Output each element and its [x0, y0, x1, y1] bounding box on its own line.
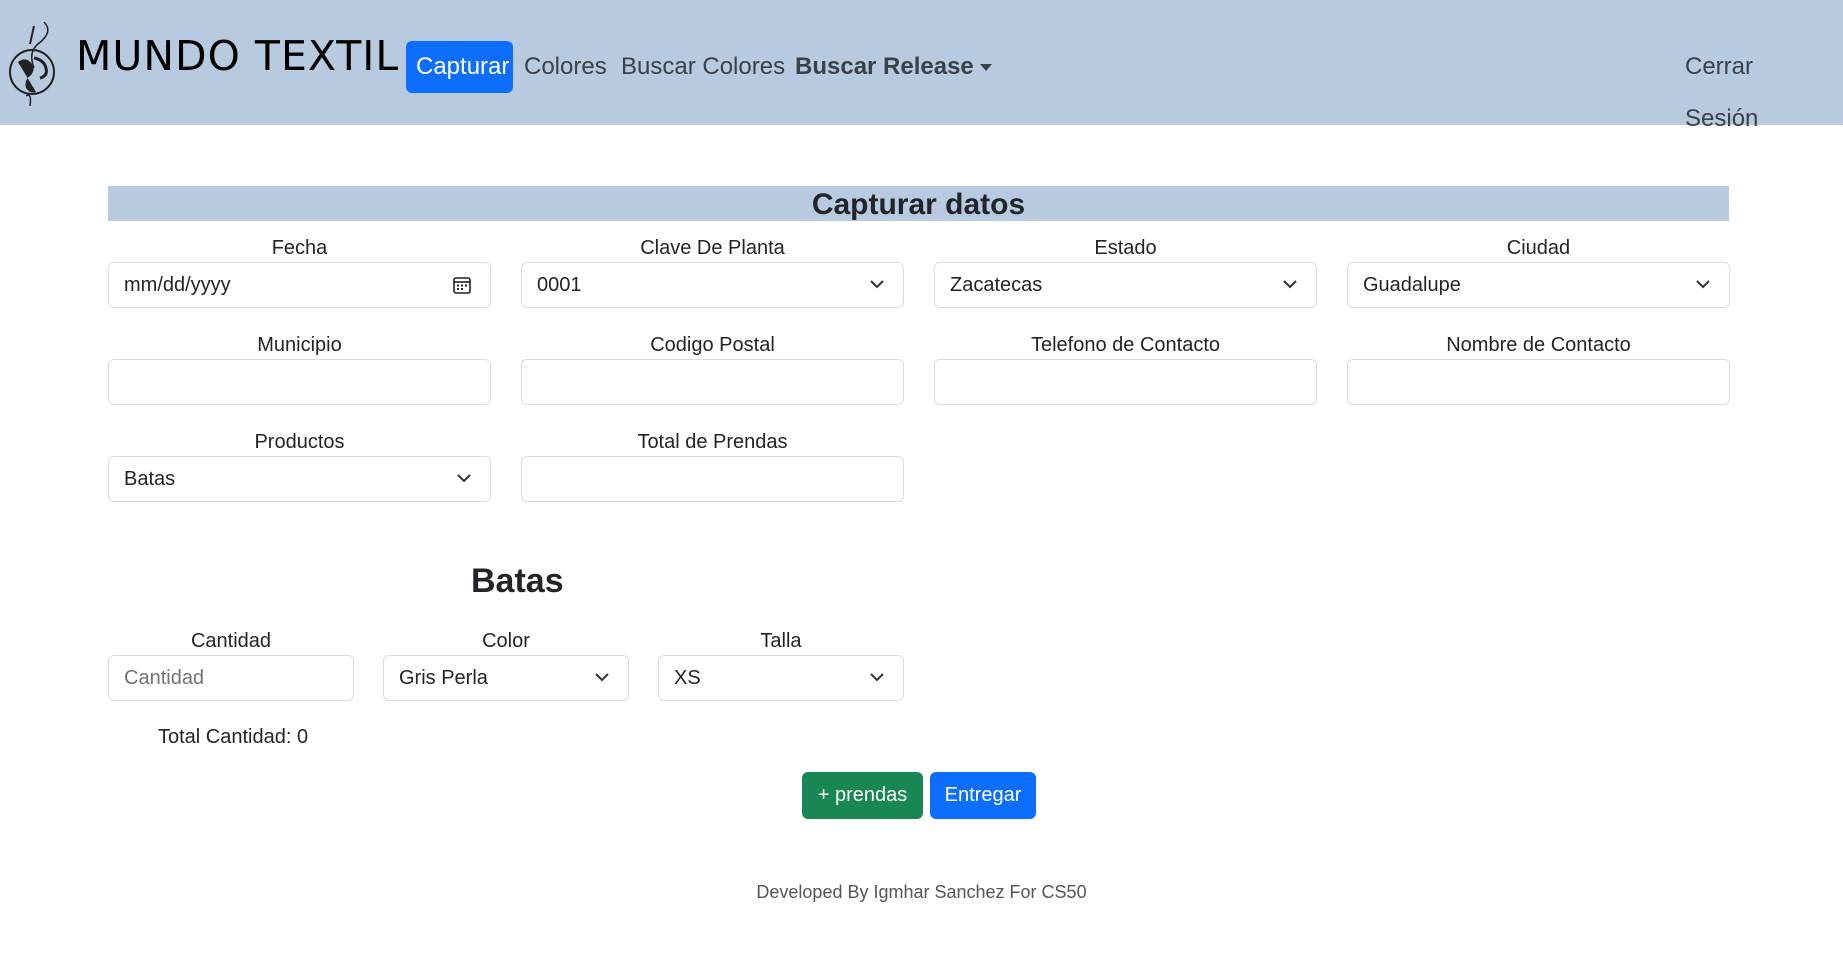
telefono-input[interactable] — [934, 359, 1317, 405]
footer-credit: Developed By Igmhar Sanchez For CS50 — [756, 882, 1087, 902]
brand-title[interactable]: MUNDO TEXTIL — [76, 32, 399, 80]
chevron-down-icon — [870, 280, 884, 289]
ciudad-select[interactable]: Guadalupe — [1347, 262, 1730, 308]
codigo-postal-input[interactable] — [521, 359, 904, 405]
telefono-label: Telefono de Contacto — [1030, 334, 1221, 356]
fecha-label: Fecha — [271, 237, 328, 259]
talla-value: XS — [674, 667, 701, 689]
nav-dropdown-buscar-release[interactable]: Buscar Release — [785, 41, 1002, 93]
entregar-button[interactable]: Entregar — [930, 772, 1036, 819]
nav-link-buscar-colores[interactable]: Buscar Colores — [611, 41, 795, 93]
total-cantidad-text: Total Cantidad: 0 — [158, 726, 309, 748]
product-section-title: Batas — [471, 562, 564, 600]
chevron-down-icon — [595, 673, 609, 682]
clave-planta-select[interactable]: 0001 — [521, 262, 904, 308]
cantidad-label: Cantidad — [190, 630, 272, 652]
productos-label: Productos — [254, 431, 345, 453]
estado-value: Zacatecas — [950, 274, 1043, 296]
calendar-icon[interactable] — [452, 275, 472, 295]
ciudad-value: Guadalupe — [1363, 274, 1461, 296]
chevron-down-icon — [1283, 280, 1297, 289]
chevron-down-icon — [1696, 280, 1710, 289]
cantidad-input[interactable]: Cantidad — [108, 655, 354, 701]
municipio-input[interactable] — [108, 359, 491, 405]
codigo-postal-label: Codigo Postal — [650, 334, 775, 356]
fecha-field: Fecha mm/dd/yyyy — [108, 234, 491, 308]
fecha-input[interactable]: mm/dd/yyyy — [108, 262, 491, 308]
navbar: MUNDO TEXTIL Capturar Colores Buscar Col… — [0, 0, 1843, 132]
estado-select[interactable]: Zacatecas — [934, 262, 1317, 308]
total-prendas-input[interactable] — [521, 456, 904, 502]
color-field: Color Gris Perla — [383, 627, 629, 701]
chevron-down-icon — [870, 673, 884, 682]
logout-link[interactable]: Cerrar Sesión — [1675, 41, 1843, 132]
estado-label: Estado — [1094, 237, 1157, 259]
cantidad-field: Cantidad Cantidad — [108, 627, 354, 701]
clave-planta-value: 0001 — [537, 274, 582, 296]
estado-field: Estado Zacatecas — [934, 234, 1317, 308]
ciudad-field: Ciudad Guadalupe — [1347, 234, 1730, 308]
productos-select[interactable]: Batas — [108, 456, 491, 502]
nav-dropdown-label: Buscar Release — [795, 53, 974, 80]
clave-planta-field: Clave De Planta 0001 — [521, 234, 904, 308]
form-title: Capturar datos — [108, 186, 1729, 221]
nav-link-colores[interactable]: Colores — [514, 41, 617, 93]
talla-field: Talla XS — [658, 627, 904, 701]
nombre-contacto-field: Nombre de Contacto — [1347, 331, 1730, 405]
caret-down-icon — [979, 64, 992, 72]
municipio-label: Municipio — [257, 334, 342, 356]
fecha-value: mm/dd/yyyy — [124, 274, 231, 296]
chevron-down-icon — [457, 474, 471, 483]
productos-field: Productos Batas — [108, 428, 491, 502]
telefono-field: Telefono de Contacto — [934, 331, 1317, 405]
color-value: Gris Perla — [399, 667, 488, 689]
talla-select[interactable]: XS — [658, 655, 904, 701]
total-prendas-field: Total de Prendas — [521, 428, 904, 502]
codigo-postal-field: Codigo Postal — [521, 331, 904, 405]
clave-planta-label: Clave De Planta — [640, 237, 785, 259]
municipio-field: Municipio — [108, 331, 491, 405]
talla-label: Talla — [760, 630, 802, 652]
nav-link-capturar[interactable]: Capturar — [406, 41, 513, 93]
add-prendas-button[interactable]: + prendas — [802, 772, 923, 819]
ciudad-label: Ciudad — [1506, 237, 1571, 259]
color-select[interactable]: Gris Perla — [383, 655, 629, 701]
total-prendas-label: Total de Prendas — [637, 431, 788, 453]
nombre-contacto-input[interactable] — [1347, 359, 1730, 405]
globe-logo-icon — [9, 21, 55, 107]
nombre-contacto-label: Nombre de Contacto — [1446, 334, 1631, 356]
productos-value: Batas — [124, 468, 176, 490]
color-label: Color — [482, 630, 530, 652]
